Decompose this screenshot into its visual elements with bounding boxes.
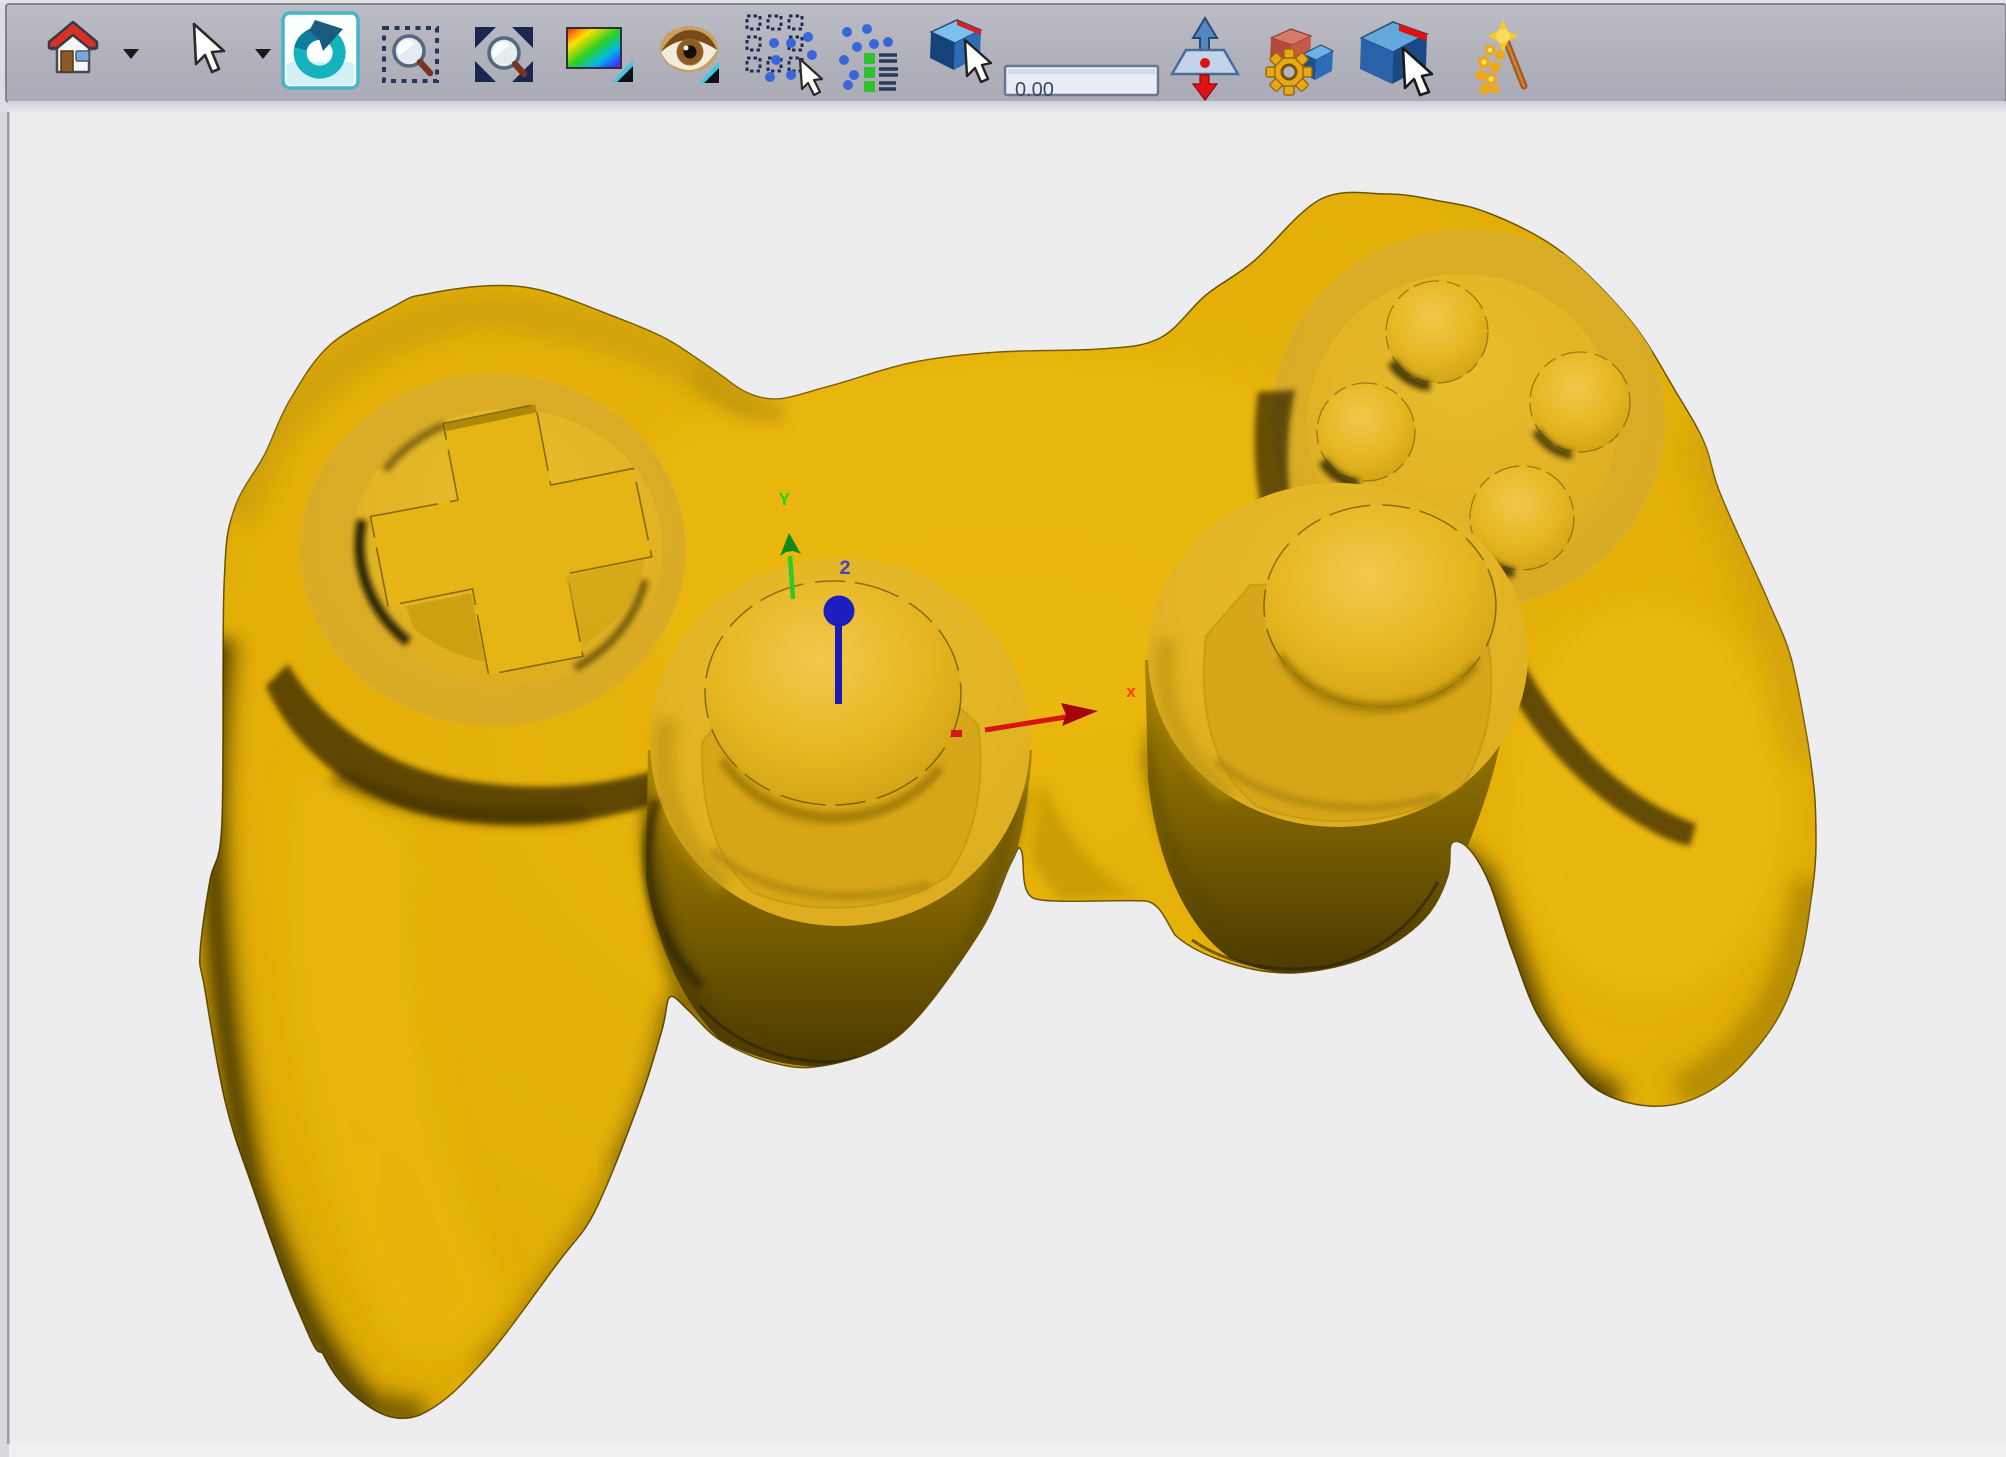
svg-text:Y: Y — [779, 491, 790, 511]
svg-text:x: x — [1126, 684, 1136, 703]
svg-text:0.00: 0.00 — [1015, 79, 1054, 101]
svg-text:2: 2 — [839, 558, 851, 581]
